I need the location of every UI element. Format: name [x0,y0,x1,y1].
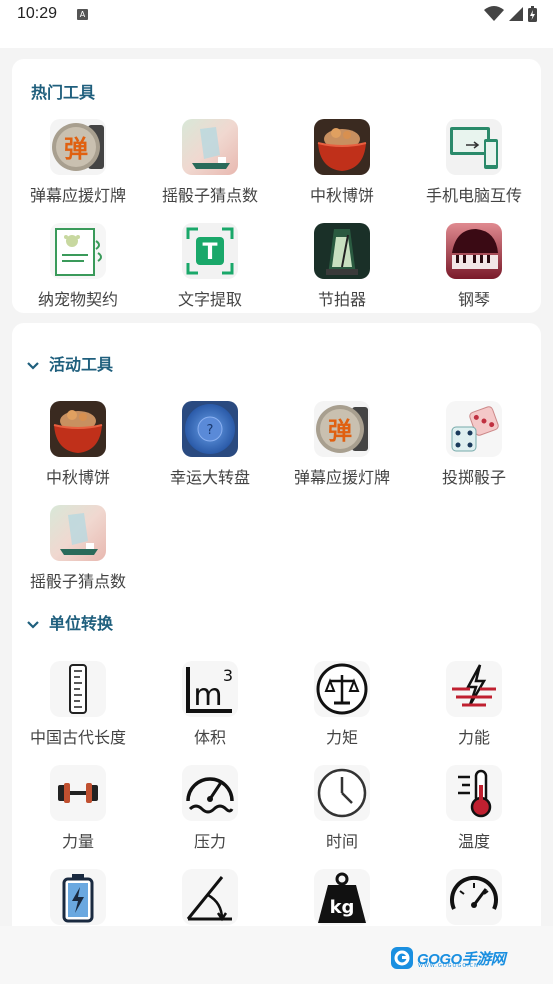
tool-label: 摇骰子猜点数 [29,572,126,591]
tool-label: 温度 [457,832,490,851]
tool-ancient-length[interactable]: 中国古代长度 [12,661,144,765]
mooncake-bowl-icon [314,119,370,175]
dumbbell-icon [50,765,106,821]
tool-pet-contract[interactable]: 纳宠物契约 [12,223,144,327]
tool-metronome[interactable]: 节拍器 [276,223,408,327]
tool-label: 中秋博饼 [309,186,374,205]
tool-label: 中秋博饼 [45,468,110,487]
tool-time[interactable]: 时间 [276,765,408,869]
tool-danmu-light[interactable]: 弹 弹幕应援灯牌 [12,119,144,223]
dice-cup-icon [50,505,106,561]
tool-energy[interactable]: 力能 [408,661,540,765]
dice-icon [446,401,502,457]
svg-text:弹: 弹 [64,135,88,163]
pressure-gauge-icon [182,765,238,821]
tool-label: 节拍器 [317,290,366,309]
unit-conversion-title[interactable]: 单位转换 [49,610,113,634]
tool-piano[interactable]: 钢琴 [408,223,540,327]
tool-text-extract[interactable]: T 文字提取 [144,223,276,327]
tool-torque[interactable]: 力矩 [276,661,408,765]
tool-label: 体积 [193,728,226,747]
danmu-icon: 弹 [314,401,370,457]
tool-phone-pc[interactable]: 手机电脑互传 [408,119,540,223]
notification-icon: A [77,9,88,20]
svg-text:弹: 弹 [328,417,352,445]
tool-label: 钢琴 [457,290,490,309]
tool-label: 中国古代长度 [29,728,126,747]
tool-label: 弹幕应援灯牌 [29,186,126,205]
tool-label: 投掷骰子 [441,468,506,487]
weight-icon: kg [314,869,370,925]
svg-text:?: ? [207,423,214,438]
tool-label: 摇骰子猜点数 [161,186,258,205]
chevron-down-icon[interactable] [25,357,41,373]
clock-icon [314,765,370,821]
tool-dice-guess[interactable]: 摇骰子猜点数 [12,505,144,609]
signal-icon [509,7,523,21]
tool-label: 手机电脑互传 [425,186,522,205]
tool-force[interactable]: 力量 [12,765,144,869]
energy-icon [446,661,502,717]
dice-cup-icon [182,119,238,175]
svg-text:kg: kg [330,897,355,918]
text-extract-icon: T [182,223,238,279]
mooncake-bowl-icon [50,401,106,457]
tool-label: 幸运大转盘 [169,468,250,487]
tool-label: 力矩 [325,728,358,747]
tool-dice-guess[interactable]: 摇骰子猜点数 [144,119,276,223]
tool-label: 时间 [325,832,358,851]
tool-label: 力量 [61,832,94,851]
hot-tools-card: 热门工具 弹 弹幕应援灯牌 摇骰子猜点数 中秋博饼 手机电脑互传 纳宠物契约 T… [12,59,541,313]
tool-volume[interactable]: m3 体积 [144,661,276,765]
tool-mooncake[interactable]: 中秋博饼 [276,119,408,223]
torque-icon [314,661,370,717]
phone-pc-transfer-icon [446,119,502,175]
watermark-logo: GOGO手游网 WWW.GOGOGO.CN [390,946,506,970]
tool-label: 弹幕应援灯牌 [293,468,390,487]
tool-label: 力能 [457,728,490,747]
tool-lucky-wheel[interactable]: ? 幸运大转盘 [144,401,276,505]
piano-icon [446,223,502,279]
hot-tools-title: 热门工具 [31,83,96,102]
battery-icon [50,869,106,925]
angle-icon [182,869,238,925]
svg-text:3: 3 [223,666,233,685]
pet-contract-icon [50,223,106,279]
volume-icon: m3 [182,661,238,717]
metronome-icon [314,223,370,279]
watermark-url: WWW.GOGOGO.CN [418,963,479,969]
activity-tools-grid: 中秋博饼 ? 幸运大转盘 弹 弹幕应援灯牌 投掷骰子 摇骰子猜点数 [12,401,541,609]
tool-label: 压力 [193,832,226,851]
tools-card: 活动工具 中秋博饼 ? 幸运大转盘 弹 弹幕应援灯牌 投掷骰子 摇骰子猜点数 单… [12,323,541,943]
lucky-wheel-icon: ? [182,401,238,457]
gogo-logo-icon [391,947,413,969]
activity-tools-title[interactable]: 活动工具 [49,351,113,375]
tool-label: 纳宠物契约 [37,290,118,309]
ruler-icon [50,661,106,717]
thermometer-icon [446,765,502,821]
chevron-down-icon[interactable] [25,616,41,632]
svg-text:m: m [193,678,222,713]
svg-text:T: T [202,240,217,265]
status-bar: 10:29 A [0,0,553,48]
tool-label: 文字提取 [177,290,242,309]
status-icons [484,6,537,22]
danmu-icon: 弹 [50,119,106,175]
tool-throw-dice[interactable]: 投掷骰子 [408,401,540,505]
tool-danmu-light[interactable]: 弹 弹幕应援灯牌 [276,401,408,505]
tool-temperature[interactable]: 温度 [408,765,540,869]
tool-pressure[interactable]: 压力 [144,765,276,869]
battery-status-icon [528,6,537,22]
hot-tools-grid: 弹 弹幕应援灯牌 摇骰子猜点数 中秋博饼 手机电脑互传 纳宠物契约 T 文字提取… [12,119,541,327]
status-time: 10:29 [17,5,58,22]
wifi-icon [484,6,504,21]
tool-mooncake[interactable]: 中秋博饼 [12,401,144,505]
speedometer-icon [446,869,502,925]
